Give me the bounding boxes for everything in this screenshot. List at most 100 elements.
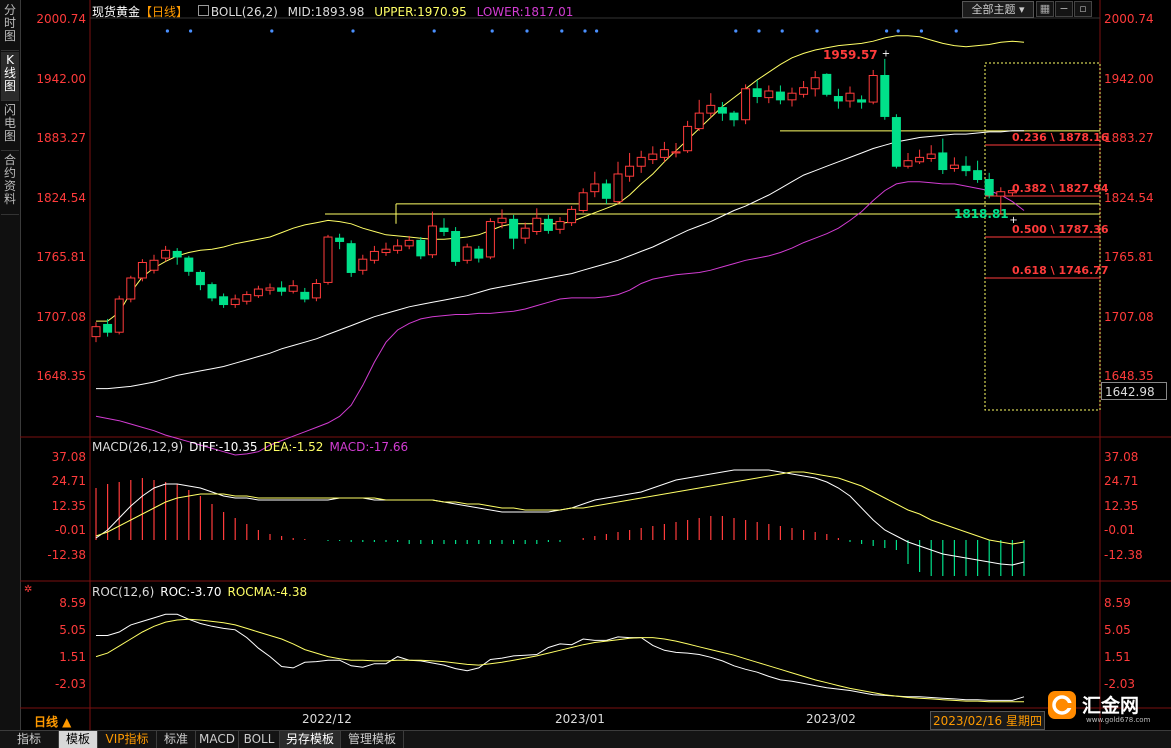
high-marker: + (882, 48, 890, 59)
roc-value: ROC:-3.70 (160, 585, 222, 599)
fib-label-0382: 0.382 \ 1827.94 (1012, 182, 1109, 195)
tab-indicator[interactable]: 指标 (0, 731, 59, 748)
candle-body (996, 191, 1006, 197)
candle-body (114, 298, 124, 333)
price-axis-label-right: 2000.74 (1104, 12, 1154, 26)
candle-body (578, 192, 588, 211)
candle-body (857, 99, 867, 103)
candle-body (451, 231, 461, 262)
boll-lower-value: LOWER:1817.01 (476, 5, 574, 19)
macd-diff-value: DIFF:-10.35 (189, 440, 258, 454)
roc-axis-label-right: 5.05 (1104, 623, 1131, 637)
logo-text: 汇金网 (1082, 694, 1139, 717)
candle-body (949, 164, 959, 169)
signal-dot (165, 29, 169, 33)
candle-body (253, 288, 263, 297)
candle-body (509, 218, 519, 239)
candle-body (172, 250, 182, 258)
time-label-dec: 2022/12 (302, 712, 352, 726)
candle-body (161, 249, 171, 259)
candle-body (613, 173, 623, 203)
candle-body (369, 250, 379, 261)
grid-icon[interactable]: ▦ (1036, 1, 1054, 17)
tab-template[interactable]: 模板 (59, 731, 98, 748)
candle-body (694, 112, 704, 130)
restore-icon[interactable]: ▫ (1074, 1, 1092, 17)
price-axis-label-left: 2000.74 (36, 12, 86, 26)
symbol-name: 现货黄金 (92, 5, 141, 19)
price-axis-label-right: 1707.08 (1104, 310, 1154, 324)
minimize-icon[interactable]: − (1055, 1, 1073, 17)
candle-body (323, 236, 333, 283)
logo-url: www.gold678.com (1086, 716, 1151, 724)
roc-axis-label-left: 5.05 (59, 623, 86, 637)
tab-macd[interactable]: MACD (196, 731, 239, 748)
macd-dea-value: DEA:-1.52 (263, 440, 324, 454)
theme-select[interactable]: 全部主题 ▾ (962, 1, 1034, 18)
macd-axis-label-left: 37.08 (51, 450, 86, 464)
signal-dot (583, 29, 587, 33)
signal-dot (780, 29, 784, 33)
rocma-line (95, 618, 1024, 703)
candle-body (207, 284, 217, 299)
candle-body (474, 248, 484, 259)
candle-body (381, 248, 391, 254)
candle-body (404, 239, 414, 247)
macd-axis-label-right: 37.08 (1104, 450, 1139, 464)
candle-body (752, 88, 762, 98)
signal-dot (885, 29, 889, 33)
candle-body (532, 217, 542, 233)
price-axis-label-left: 1648.35 (36, 369, 86, 383)
candle-body (880, 74, 890, 117)
indicator-icon[interactable] (197, 5, 209, 16)
macd-axis-label-left: 24.71 (51, 474, 86, 488)
period-selector[interactable]: 日线 ▲ (34, 713, 71, 730)
roc-axis-label-left: -2.03 (54, 677, 86, 691)
candle-body (590, 183, 600, 193)
candle-body (822, 73, 832, 95)
tab-boll[interactable]: BOLL (239, 731, 280, 748)
candle-body (91, 326, 101, 338)
price-axis-label-left: 1707.08 (36, 310, 86, 324)
candle-body (103, 323, 113, 333)
candle-body (242, 294, 252, 302)
roc-name: ROC(12,6) (92, 585, 155, 599)
price-axis-label-right: 1883.27 (1104, 131, 1154, 145)
chart-canvas[interactable]: ++ (0, 0, 1171, 730)
gold678-logo: 汇金网 www.gold678.com (1048, 691, 1151, 724)
roc-axis-label-left: 8.59 (59, 596, 86, 610)
signal-dot (896, 29, 900, 33)
candle-body (845, 92, 855, 102)
boll-mid-value: MID:1893.98 (287, 5, 365, 19)
signal-dot (919, 29, 924, 33)
tab-save-template[interactable]: 另存模板 (280, 731, 341, 748)
signal-dot (270, 29, 274, 33)
roc-legend: ROC(12,6) ROC:-3.70 ROCMA:-4.38 (92, 585, 313, 599)
tab-standard[interactable]: 标准 (157, 731, 196, 748)
signal-dot (490, 29, 494, 33)
candle-body (810, 77, 820, 90)
signal-dot (757, 29, 761, 33)
candle-body (335, 237, 345, 242)
tab-manage-template[interactable]: 管理模板 (341, 731, 404, 748)
candle-body (265, 287, 275, 291)
candle-body (184, 257, 194, 272)
candle-body (416, 239, 426, 257)
candle-body (230, 298, 240, 306)
boll-mid-line (96, 130, 1024, 390)
candle-body (973, 170, 983, 181)
candle-body (903, 160, 913, 167)
price-axis-label-left: 1765.81 (36, 250, 86, 264)
roc-settings-icon[interactable]: ✲ (24, 585, 34, 595)
main-legend: 现货黄金【日线】 BOLL(26,2) MID:1893.98 UPPER:19… (92, 3, 579, 20)
candle-body (833, 96, 843, 102)
tab-vip-indicator[interactable]: VIP指标 (98, 731, 157, 748)
candle-body (462, 246, 472, 261)
candle-body (961, 165, 971, 172)
low-annotation: 1818.81 (954, 207, 1009, 221)
price-axis-label-right: 1942.00 (1104, 72, 1154, 86)
price-axis-label-left: 1942.00 (36, 72, 86, 86)
candle-body (300, 291, 310, 300)
candle-body (288, 285, 298, 292)
indicator-name: BOLL(26,2) (210, 5, 278, 19)
